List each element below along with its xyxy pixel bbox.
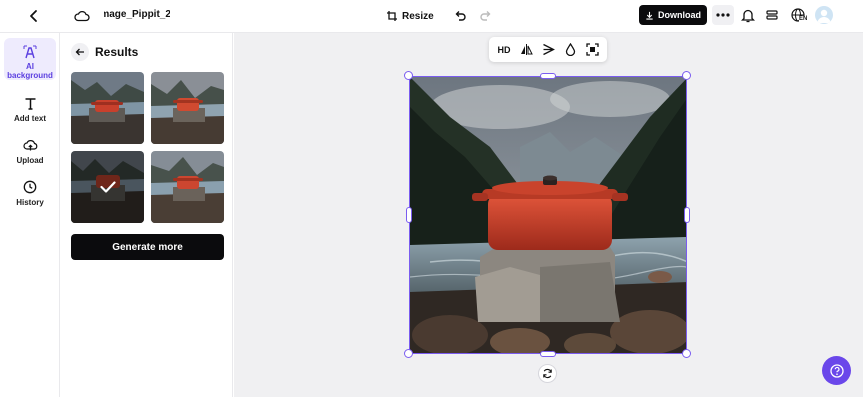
file-name[interactable]: image_Pippit_20	[104, 9, 170, 20]
rail-item-ai-background[interactable]: AI background	[4, 38, 56, 80]
cloud-icon[interactable]	[72, 6, 92, 26]
generate-more-button[interactable]: Generate more	[71, 234, 224, 260]
checkmark-icon	[99, 181, 116, 193]
opacity-icon[interactable]	[561, 41, 579, 59]
upload-icon	[22, 137, 38, 153]
rail-label: Add text	[14, 114, 46, 123]
resize-handle-bottom-left[interactable]	[404, 349, 413, 358]
resize-handle-top[interactable]	[540, 73, 556, 79]
panel-title: Results	[95, 45, 139, 59]
text-icon	[22, 95, 38, 111]
rail-item-upload[interactable]: Upload	[4, 137, 56, 167]
left-rail: AI background Add text Upload History	[0, 33, 60, 397]
back-icon[interactable]	[24, 6, 44, 26]
more-options-icon[interactable]	[712, 5, 734, 25]
resize-button[interactable]: Resize	[386, 7, 434, 25]
resize-handle-top-left[interactable]	[404, 71, 413, 80]
ai-background-icon	[22, 44, 38, 59]
result-thumbnail[interactable]	[71, 72, 144, 144]
rail-label-line1: AI	[26, 62, 34, 71]
main-image[interactable]	[409, 76, 687, 354]
download-button[interactable]: Download	[639, 5, 707, 25]
rail-item-add-text[interactable]: Add text	[4, 95, 56, 125]
download-icon	[646, 11, 653, 20]
panel-back-icon[interactable]	[71, 43, 89, 61]
resize-handle-right[interactable]	[684, 207, 690, 223]
resize-handle-bottom[interactable]	[540, 351, 556, 357]
resize-handle-left[interactable]	[406, 207, 412, 223]
redo-icon[interactable]	[477, 7, 495, 25]
hd-icon[interactable]: HD	[495, 41, 513, 59]
arrange-icon[interactable]	[539, 41, 557, 59]
image-toolbar: HD	[489, 37, 607, 62]
language-code: EN	[799, 16, 808, 22]
rotate-icon[interactable]	[538, 364, 557, 383]
results-panel: Results Generate more	[61, 33, 233, 397]
bell-icon[interactable]	[739, 6, 757, 24]
download-label: Download	[658, 10, 701, 20]
avatar[interactable]	[815, 6, 833, 24]
rail-label-line2: background	[7, 71, 53, 80]
flip-icon[interactable]	[517, 41, 535, 59]
help-icon[interactable]	[822, 356, 851, 385]
resize-label: Resize	[402, 10, 434, 22]
language-icon[interactable]: EN	[788, 6, 810, 26]
resize-handle-top-right[interactable]	[682, 71, 691, 80]
result-thumbnail[interactable]	[151, 72, 224, 144]
history-icon	[22, 179, 38, 195]
top-bar: image_Pippit_20 Resize Download EN	[0, 0, 863, 33]
result-thumbnail-selected[interactable]	[71, 151, 144, 223]
layers-icon[interactable]	[763, 6, 781, 24]
resize-handle-bottom-right[interactable]	[682, 349, 691, 358]
selected-overlay	[71, 151, 144, 223]
rail-item-history[interactable]: History	[4, 179, 56, 209]
rail-label: History	[16, 198, 44, 207]
resize-icon	[387, 11, 397, 21]
undo-icon[interactable]	[451, 7, 469, 25]
focus-icon[interactable]	[583, 41, 601, 59]
rail-label: Upload	[16, 156, 44, 165]
result-thumbnail[interactable]	[151, 151, 224, 223]
